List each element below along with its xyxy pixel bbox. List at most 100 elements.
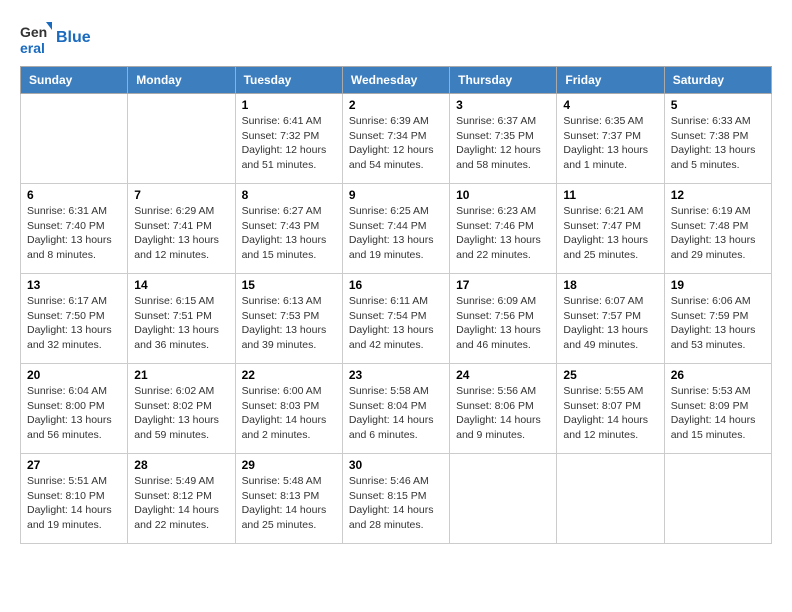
calendar-cell: 29Sunrise: 5:48 AM Sunset: 8:13 PM Dayli… xyxy=(235,454,342,544)
day-info: Sunrise: 6:19 AM Sunset: 7:48 PM Dayligh… xyxy=(671,204,765,263)
day-number: 23 xyxy=(349,368,443,382)
day-number: 15 xyxy=(242,278,336,292)
week-row-2: 6 Sunrise: 6:31 AM Sunset: 7:40 PM Daylig… xyxy=(21,184,772,274)
day-number: 14 xyxy=(134,278,228,292)
calendar-cell: 2 Sunrise: 6:39 AM Sunset: 7:34 PM Daylig… xyxy=(342,94,449,184)
day-number: 27 xyxy=(27,458,121,472)
weekday-header-thursday: Thursday xyxy=(450,67,557,94)
calendar-cell: 1 Sunrise: 6:41 AM Sunset: 7:32 PM Daylig… xyxy=(235,94,342,184)
logo-blue-text: Blue xyxy=(56,29,91,47)
day-info: Sunrise: 5:51 AM Sunset: 8:10 PM Dayligh… xyxy=(27,474,121,533)
calendar-cell: 8 Sunrise: 6:27 AM Sunset: 7:43 PM Daylig… xyxy=(235,184,342,274)
calendar-cell: 26 Sunrise: 5:53 AM Sunset: 8:09 PM Dayli… xyxy=(664,364,771,454)
day-number: 5 xyxy=(671,98,765,112)
day-info: Sunrise: 6:15 AM Sunset: 7:51 PM Dayligh… xyxy=(134,294,228,353)
day-info: Sunrise: 6:21 AM Sunset: 7:47 PM Dayligh… xyxy=(563,204,657,263)
calendar-table: SundayMondayTuesdayWednesdayThursdayFrid… xyxy=(20,66,772,544)
calendar-cell: 16Sunrise: 6:11 AM Sunset: 7:54 PM Dayli… xyxy=(342,274,449,364)
calendar-cell: 15 Sunrise: 6:13 AM Sunset: 7:53 PM Dayli… xyxy=(235,274,342,364)
day-number: 20 xyxy=(27,368,121,382)
calendar-cell: 28 Sunrise: 5:49 AM Sunset: 8:12 PM Dayli… xyxy=(128,454,235,544)
calendar-cell: 27 Sunrise: 5:51 AM Sunset: 8:10 PM Dayli… xyxy=(21,454,128,544)
day-info: Sunrise: 5:55 AM Sunset: 8:07 PM Dayligh… xyxy=(563,384,657,443)
calendar-cell: 19Sunrise: 6:06 AM Sunset: 7:59 PM Dayli… xyxy=(664,274,771,364)
day-number: 21 xyxy=(134,368,228,382)
day-info: Sunrise: 6:41 AM Sunset: 7:32 PM Dayligh… xyxy=(242,114,336,173)
day-number: 12 xyxy=(671,188,765,202)
day-info: Sunrise: 6:39 AM Sunset: 7:34 PM Dayligh… xyxy=(349,114,443,173)
svg-text:Gen: Gen xyxy=(20,24,47,40)
day-info: Sunrise: 6:23 AM Sunset: 7:46 PM Dayligh… xyxy=(456,204,550,263)
calendar-cell: 14 Sunrise: 6:15 AM Sunset: 7:51 PM Dayli… xyxy=(128,274,235,364)
day-info: Sunrise: 6:27 AM Sunset: 7:43 PM Dayligh… xyxy=(242,204,336,263)
calendar-cell xyxy=(128,94,235,184)
day-number: 30 xyxy=(349,458,443,472)
week-row-5: 27 Sunrise: 5:51 AM Sunset: 8:10 PM Dayli… xyxy=(21,454,772,544)
calendar-cell: 17 Sunrise: 6:09 AM Sunset: 7:56 PM Dayli… xyxy=(450,274,557,364)
calendar-cell: 12 Sunrise: 6:19 AM Sunset: 7:48 PM Dayli… xyxy=(664,184,771,274)
weekday-header-saturday: Saturday xyxy=(664,67,771,94)
calendar-cell: 18 Sunrise: 6:07 AM Sunset: 7:57 PM Dayli… xyxy=(557,274,664,364)
day-number: 10 xyxy=(456,188,550,202)
weekday-header-wednesday: Wednesday xyxy=(342,67,449,94)
day-number: 1 xyxy=(242,98,336,112)
calendar-cell: 13 Sunrise: 6:17 AM Sunset: 7:50 PM Dayli… xyxy=(21,274,128,364)
day-number: 29 xyxy=(242,458,336,472)
logo-container: Gen eral Blue xyxy=(20,20,91,56)
day-info: Sunrise: 6:04 AM Sunset: 8:00 PM Dayligh… xyxy=(27,384,121,443)
calendar-cell: 9 Sunrise: 6:25 AM Sunset: 7:44 PM Daylig… xyxy=(342,184,449,274)
svg-text:eral: eral xyxy=(20,40,45,56)
day-number: 18 xyxy=(563,278,657,292)
day-info: Sunrise: 6:17 AM Sunset: 7:50 PM Dayligh… xyxy=(27,294,121,353)
day-info: Sunrise: 6:35 AM Sunset: 7:37 PM Dayligh… xyxy=(563,114,657,173)
calendar-cell: 5 Sunrise: 6:33 AM Sunset: 7:38 PM Daylig… xyxy=(664,94,771,184)
day-info: Sunrise: 5:58 AM Sunset: 8:04 PM Dayligh… xyxy=(349,384,443,443)
day-number: 6 xyxy=(27,188,121,202)
day-info: Sunrise: 6:00 AM Sunset: 8:03 PM Dayligh… xyxy=(242,384,336,443)
calendar-cell: 25 Sunrise: 5:55 AM Sunset: 8:07 PM Dayli… xyxy=(557,364,664,454)
day-number: 4 xyxy=(563,98,657,112)
day-number: 8 xyxy=(242,188,336,202)
weekday-header-monday: Monday xyxy=(128,67,235,94)
day-number: 17 xyxy=(456,278,550,292)
day-info: Sunrise: 6:31 AM Sunset: 7:40 PM Dayligh… xyxy=(27,204,121,263)
day-info: Sunrise: 5:49 AM Sunset: 8:12 PM Dayligh… xyxy=(134,474,228,533)
logo-icon: Gen eral xyxy=(20,20,52,56)
day-number: 25 xyxy=(563,368,657,382)
day-info: Sunrise: 6:33 AM Sunset: 7:38 PM Dayligh… xyxy=(671,114,765,173)
day-info: Sunrise: 6:13 AM Sunset: 7:53 PM Dayligh… xyxy=(242,294,336,353)
day-info: Sunrise: 5:46 AM Sunset: 8:15 PM Dayligh… xyxy=(349,474,443,533)
calendar-cell: 20 Sunrise: 6:04 AM Sunset: 8:00 PM Dayli… xyxy=(21,364,128,454)
calendar-cell: 11 Sunrise: 6:21 AM Sunset: 7:47 PM Dayli… xyxy=(557,184,664,274)
day-number: 11 xyxy=(563,188,657,202)
calendar-cell xyxy=(21,94,128,184)
weekday-header-friday: Friday xyxy=(557,67,664,94)
day-number: 22 xyxy=(242,368,336,382)
day-number: 19 xyxy=(671,278,765,292)
day-number: 28 xyxy=(134,458,228,472)
day-number: 7 xyxy=(134,188,228,202)
calendar-cell xyxy=(664,454,771,544)
calendar-cell: 24Sunrise: 5:56 AM Sunset: 8:06 PM Dayli… xyxy=(450,364,557,454)
day-number: 2 xyxy=(349,98,443,112)
calendar-cell: 6 Sunrise: 6:31 AM Sunset: 7:40 PM Daylig… xyxy=(21,184,128,274)
week-row-4: 20 Sunrise: 6:04 AM Sunset: 8:00 PM Dayli… xyxy=(21,364,772,454)
day-number: 13 xyxy=(27,278,121,292)
day-info: Sunrise: 6:07 AM Sunset: 7:57 PM Dayligh… xyxy=(563,294,657,353)
day-number: 26 xyxy=(671,368,765,382)
day-number: 24 xyxy=(456,368,550,382)
calendar-cell: 30 Sunrise: 5:46 AM Sunset: 8:15 PM Dayli… xyxy=(342,454,449,544)
week-row-1: 1 Sunrise: 6:41 AM Sunset: 7:32 PM Daylig… xyxy=(21,94,772,184)
day-info: Sunrise: 5:53 AM Sunset: 8:09 PM Dayligh… xyxy=(671,384,765,443)
calendar-cell: 23 Sunrise: 5:58 AM Sunset: 8:04 PM Dayli… xyxy=(342,364,449,454)
page-header: Gen eral Blue xyxy=(20,20,772,56)
day-number: 9 xyxy=(349,188,443,202)
calendar-cell xyxy=(450,454,557,544)
day-info: Sunrise: 6:09 AM Sunset: 7:56 PM Dayligh… xyxy=(456,294,550,353)
week-row-3: 13 Sunrise: 6:17 AM Sunset: 7:50 PM Dayli… xyxy=(21,274,772,364)
day-number: 16 xyxy=(349,278,443,292)
calendar-cell: 3Sunrise: 6:37 AM Sunset: 7:35 PM Daylig… xyxy=(450,94,557,184)
calendar-cell: 21Sunrise: 6:02 AM Sunset: 8:02 PM Dayli… xyxy=(128,364,235,454)
day-info: Sunrise: 6:25 AM Sunset: 7:44 PM Dayligh… xyxy=(349,204,443,263)
weekday-header-sunday: Sunday xyxy=(21,67,128,94)
